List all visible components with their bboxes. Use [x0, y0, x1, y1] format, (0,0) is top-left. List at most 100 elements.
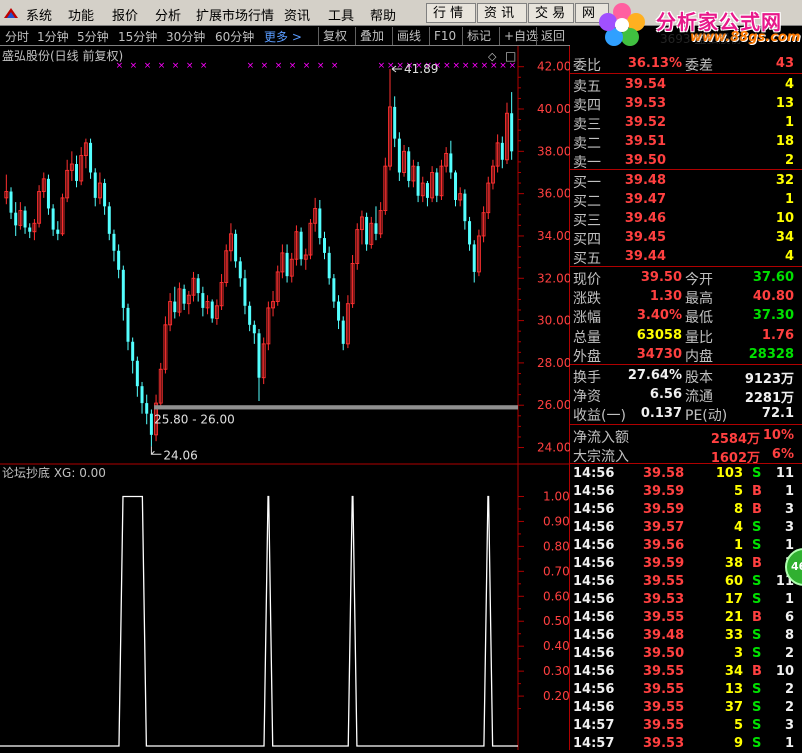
menu-news[interactable]: 资讯 [284, 5, 310, 24]
stat-value: 1.76 [761, 327, 794, 343]
buy-row: 买二 39.47 1 [570, 190, 802, 210]
sell-price: 39.52 [624, 115, 666, 130]
tick-row: 14:56 39.50 3 S 2 [570, 645, 802, 663]
tick-count: 3 [784, 520, 794, 535]
indicator-line [0, 495, 518, 747]
nav-trade-button[interactable]: 交 易 [528, 3, 574, 23]
price-axis-label: 40.00 [537, 102, 570, 116]
candle-body [234, 233, 238, 262]
price-axis-label: 30.00 [537, 314, 570, 328]
signal-mark-icon: × [289, 61, 297, 71]
candle-body [103, 183, 107, 207]
tab-15min[interactable]: 15分钟 [118, 28, 157, 45]
tick-volume: 4 [733, 520, 743, 535]
menu-extended-market[interactable]: 扩展市场行情 [196, 5, 274, 24]
menu-analysis[interactable]: 分析 [155, 5, 181, 24]
commission-ratio-label: 委比 [573, 58, 601, 74]
sell-level-label: 卖三 [573, 117, 601, 133]
menu-system[interactable]: 系统 [26, 5, 52, 24]
divider [570, 266, 802, 267]
candle-body [28, 227, 32, 232]
back-button[interactable]: 返回 [536, 27, 569, 45]
tick-count: 3 [784, 718, 794, 733]
tab-5min[interactable]: 5分钟 [77, 28, 109, 45]
tick-price: 39.55 [643, 700, 685, 715]
candle-body [318, 208, 322, 239]
tab-1min[interactable]: 1分钟 [37, 28, 69, 45]
divider [570, 463, 802, 464]
commission-diff-label: 委差 [685, 58, 713, 74]
candle-body [472, 244, 476, 272]
tick-row: 14:56 39.55 37 S 2 [570, 699, 802, 717]
tick-volume: 17 [724, 592, 743, 607]
nav-quote-button[interactable]: 行 情 [426, 3, 476, 23]
draw-line-button[interactable]: 画线 [392, 27, 425, 45]
tick-time: 14:57 [573, 736, 615, 751]
signal-mark-icon: × [453, 61, 461, 71]
stat-value: 63058 [636, 327, 682, 343]
candle-body [140, 386, 144, 404]
stat-value: 0.137 [640, 406, 682, 421]
signal-mark-icon: × [186, 61, 194, 71]
candle-body [126, 307, 130, 342]
sell-row: 卖四 39.53 13 [570, 94, 802, 114]
tick-time: 14:56 [573, 466, 615, 481]
price-axis-label: 38.00 [537, 144, 570, 158]
signal-mark-icon: × [331, 61, 339, 71]
commission-ratio-row: 委比 36.13% 委差 43 [570, 54, 802, 74]
signal-mark-icon: × [443, 61, 451, 71]
tick-row: 14:56 39.48 33 S 8 [570, 627, 802, 645]
f10-button[interactable]: F10 [429, 27, 460, 45]
candle-body [468, 221, 472, 245]
buy-price: 39.46 [624, 211, 666, 226]
stat-label: 现价 [573, 272, 601, 288]
tick-price: 39.56 [643, 538, 685, 553]
tick-volume: 37 [724, 700, 743, 715]
sell-price: 39.54 [624, 77, 666, 92]
buy-volume: 1 [784, 192, 794, 207]
low-label: 24.06 [163, 448, 197, 462]
tick-time: 14:56 [573, 502, 615, 517]
tick-count: 6 [784, 610, 794, 625]
buy-volume: 32 [775, 173, 794, 188]
tab-intraday[interactable]: 分时 [5, 28, 29, 45]
buy-row: 买三 39.46 10 [570, 209, 802, 229]
tick-count: 2 [784, 646, 794, 661]
candle-body [510, 113, 514, 152]
tick-price: 39.59 [643, 502, 685, 517]
price-axis-label: 36.00 [537, 187, 570, 201]
adjust-button[interactable]: 复权 [318, 27, 351, 45]
signal-mark-icon: × [261, 61, 269, 71]
buy-row: 买五 39.44 4 [570, 247, 802, 267]
buy-volume: 10 [775, 211, 794, 226]
tab-60min[interactable]: 60分钟 [215, 28, 254, 45]
tab-30min[interactable]: 30分钟 [166, 28, 205, 45]
candle-body [463, 193, 467, 222]
sell-level-label: 卖五 [573, 79, 601, 95]
stat-row: 涨幅 3.40% 最低 37.30 [570, 306, 802, 326]
menu-help[interactable]: 帮助 [370, 5, 396, 24]
stat-row: 涨跌 1.30 最高 40.80 [570, 287, 802, 307]
mark-button[interactable]: 标记 [462, 27, 495, 45]
tick-volume: 8 [733, 502, 743, 517]
chart-area[interactable]: 盛弘股份(日线 前复权) ◇ □ × × × × × × × × × × × × × × × × × × × × × × ×… [0, 46, 570, 750]
nav-news-button[interactable]: 资 讯 [477, 3, 527, 23]
tick-volume: 38 [724, 556, 743, 571]
tick-volume: 60 [724, 574, 743, 589]
price-axis-label: 32.00 [537, 271, 570, 285]
overlay-button[interactable]: 叠加 [355, 27, 388, 45]
menu-tools[interactable]: 工具 [328, 5, 354, 24]
candle-body [393, 106, 397, 139]
tick-price: 39.53 [643, 736, 685, 751]
sell-price: 39.50 [624, 153, 666, 168]
candle-body [117, 250, 121, 270]
indicator-axis-label: 0.70 [543, 564, 570, 578]
stat-label: 量比 [685, 329, 713, 346]
stat-value: 72.1 [761, 406, 794, 421]
tick-row: 14:56 39.59 5 B 1 [570, 483, 802, 501]
menu-quote[interactable]: 报价 [112, 5, 138, 24]
high-label: 41.89 [404, 62, 438, 76]
tab-more[interactable]: 更多 > [264, 28, 302, 45]
indicator-axis-label: 1.00 [543, 489, 570, 503]
menu-function[interactable]: 功能 [68, 5, 94, 24]
